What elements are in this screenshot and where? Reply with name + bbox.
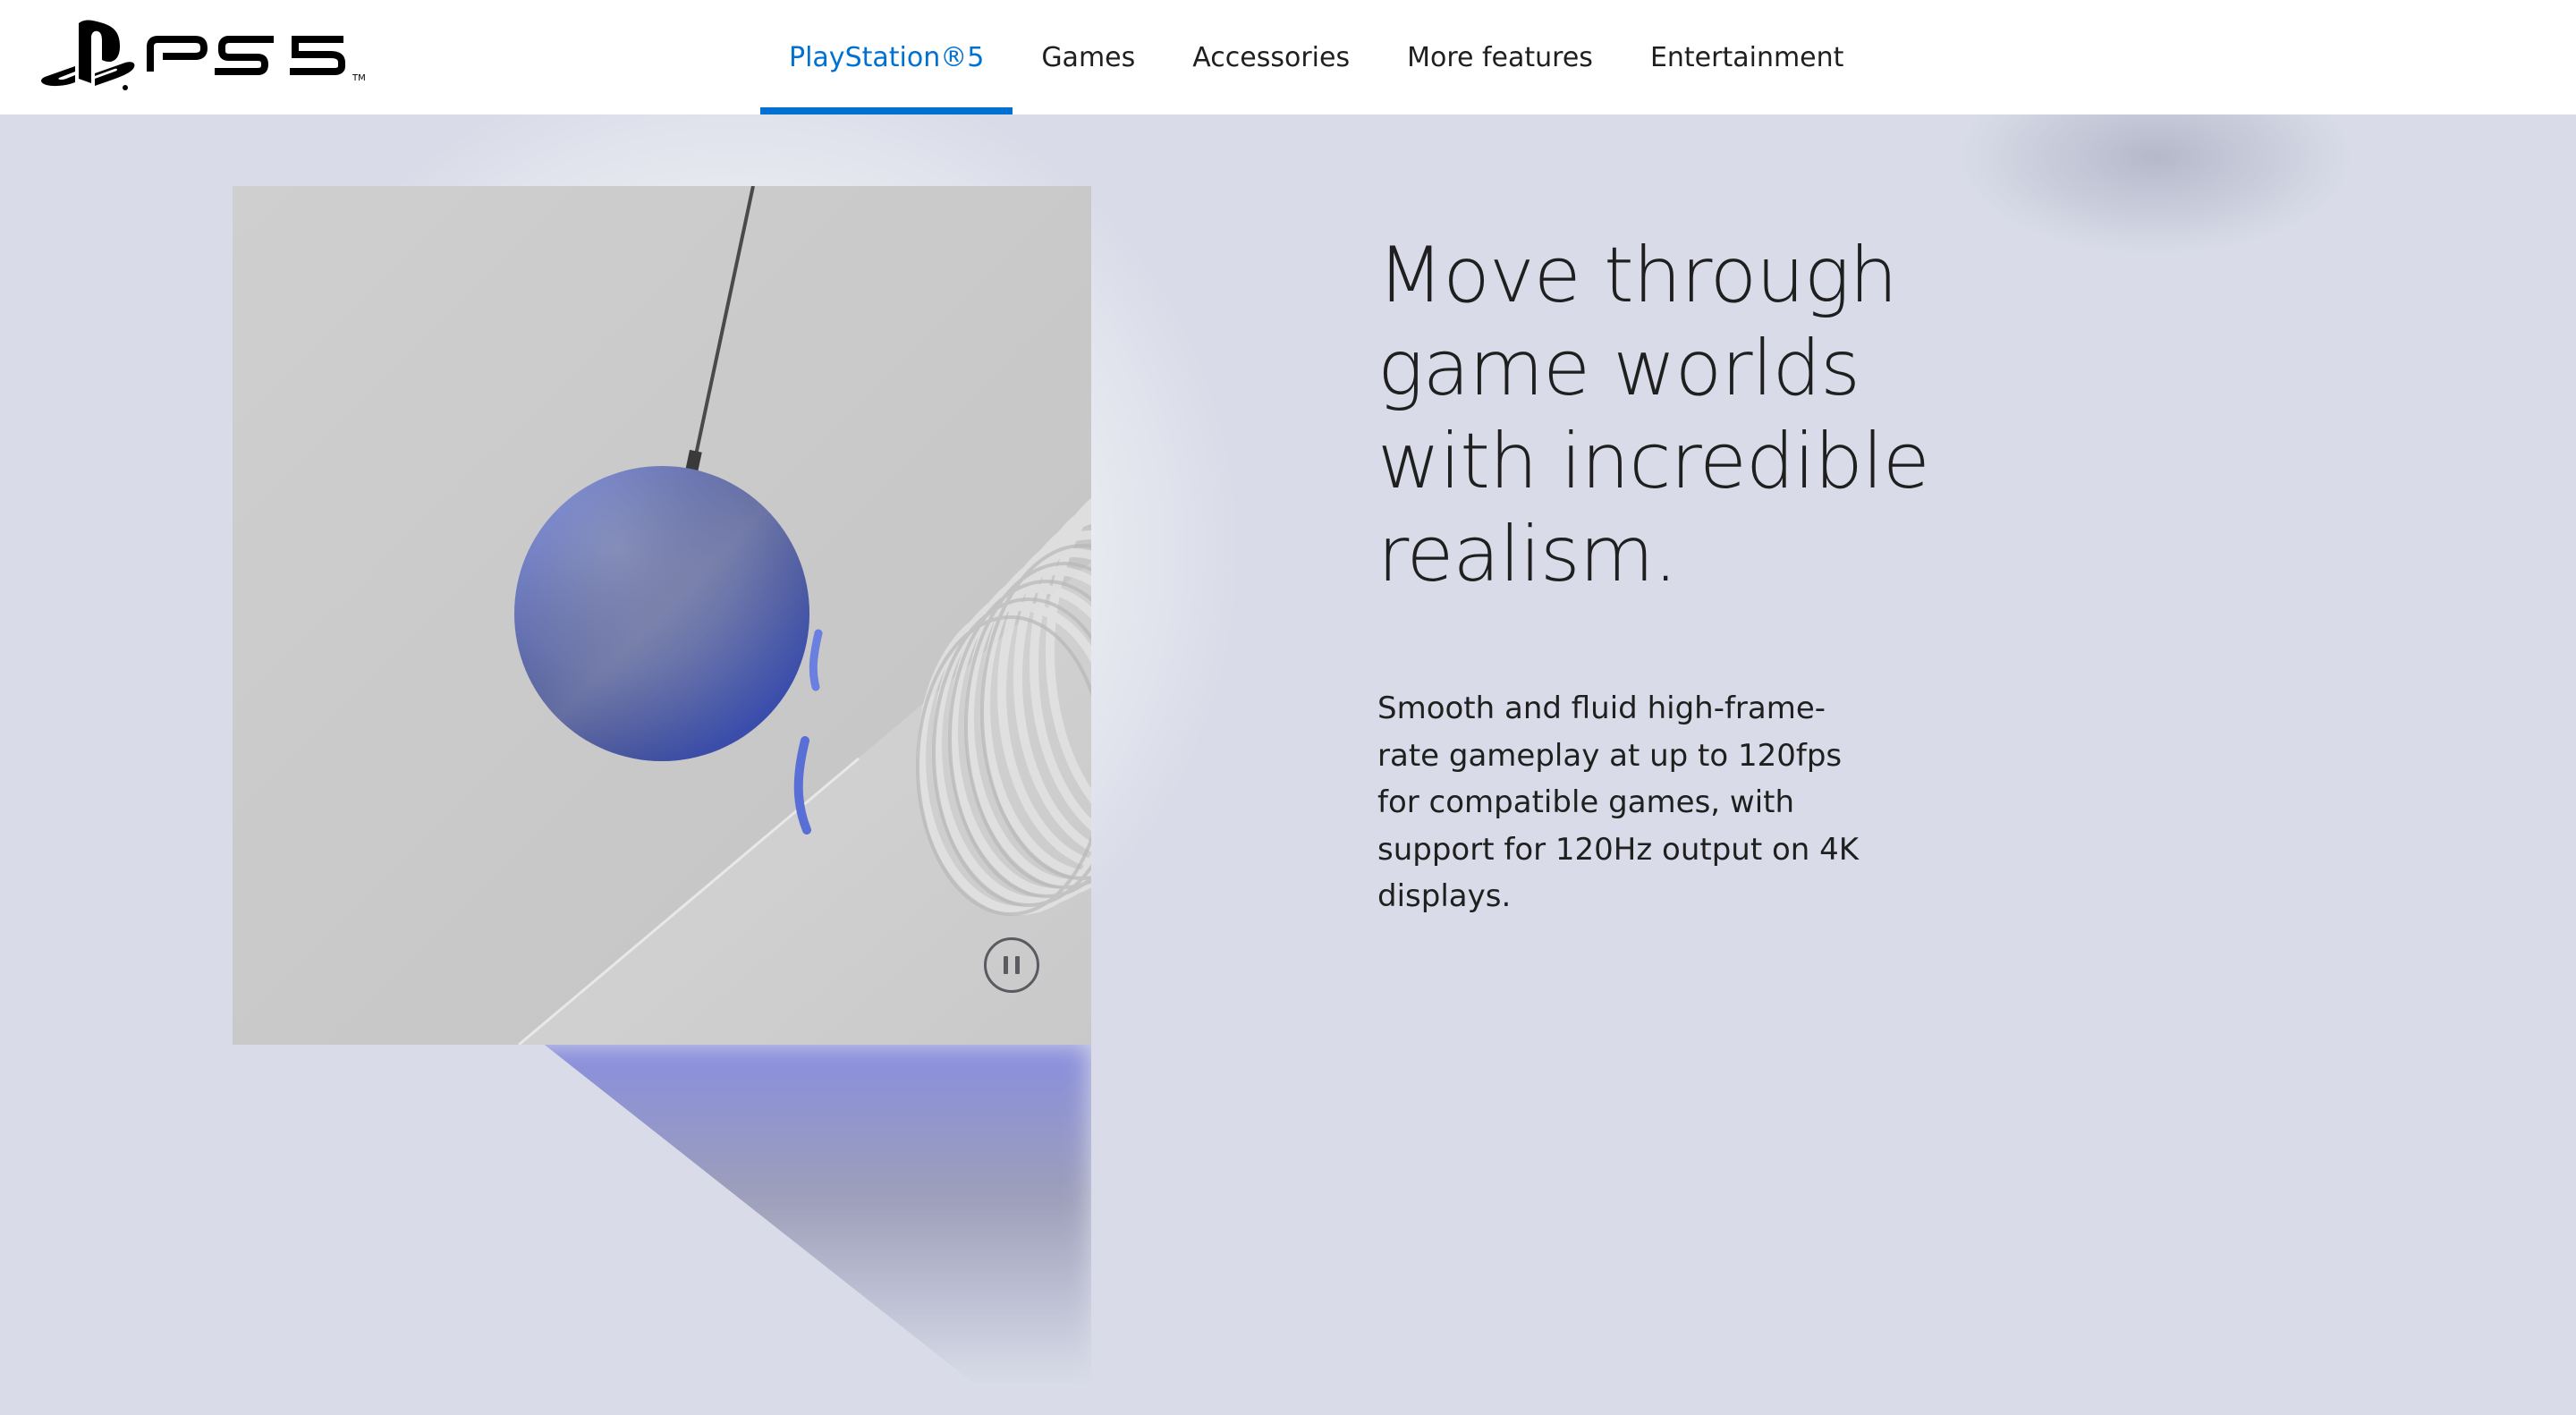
site-header: TM PlayStation®5 Games Accessories More … [0, 0, 2576, 114]
nav-item-entertainment[interactable]: Entertainment [1622, 0, 1872, 114]
playstation-logo-icon: TM [41, 20, 366, 90]
active-tab-indicator [760, 107, 1013, 114]
svg-text:TM: TM [352, 73, 366, 83]
pause-icon-bar [1015, 956, 1020, 974]
pause-button[interactable] [984, 937, 1039, 993]
nav-item-label: More features [1407, 41, 1593, 73]
nav-item-accessories[interactable]: Accessories [1164, 0, 1378, 114]
nav-item-label: Accessories [1192, 41, 1351, 73]
pendulum-illustration [514, 186, 1091, 1045]
feature-headline: Move through game worlds with incredible… [1377, 231, 1930, 599]
feature-animation [233, 186, 1091, 1045]
nav-item-label: Games [1041, 41, 1136, 73]
nav-item-more-features[interactable]: More features [1378, 0, 1622, 114]
nav-item-label: Entertainment [1649, 41, 1844, 73]
pause-icon [1004, 956, 1008, 974]
page: TM PlayStation®5 Games Accessories More … [0, 0, 2576, 1415]
nav-item-playstation5[interactable]: PlayStation®5 [760, 0, 1013, 114]
feature-description: Smooth and fluid high-frame-rate gamepla… [1377, 691, 1860, 914]
ps5-logo[interactable]: TM [39, 20, 379, 95]
media-shadow [542, 1043, 1091, 1383]
nav-item-games[interactable]: Games [1013, 0, 1164, 114]
main-nav: PlayStation®5 Games Accessories More fea… [760, 0, 1872, 114]
nav-item-label: PlayStation®5 [789, 41, 985, 73]
